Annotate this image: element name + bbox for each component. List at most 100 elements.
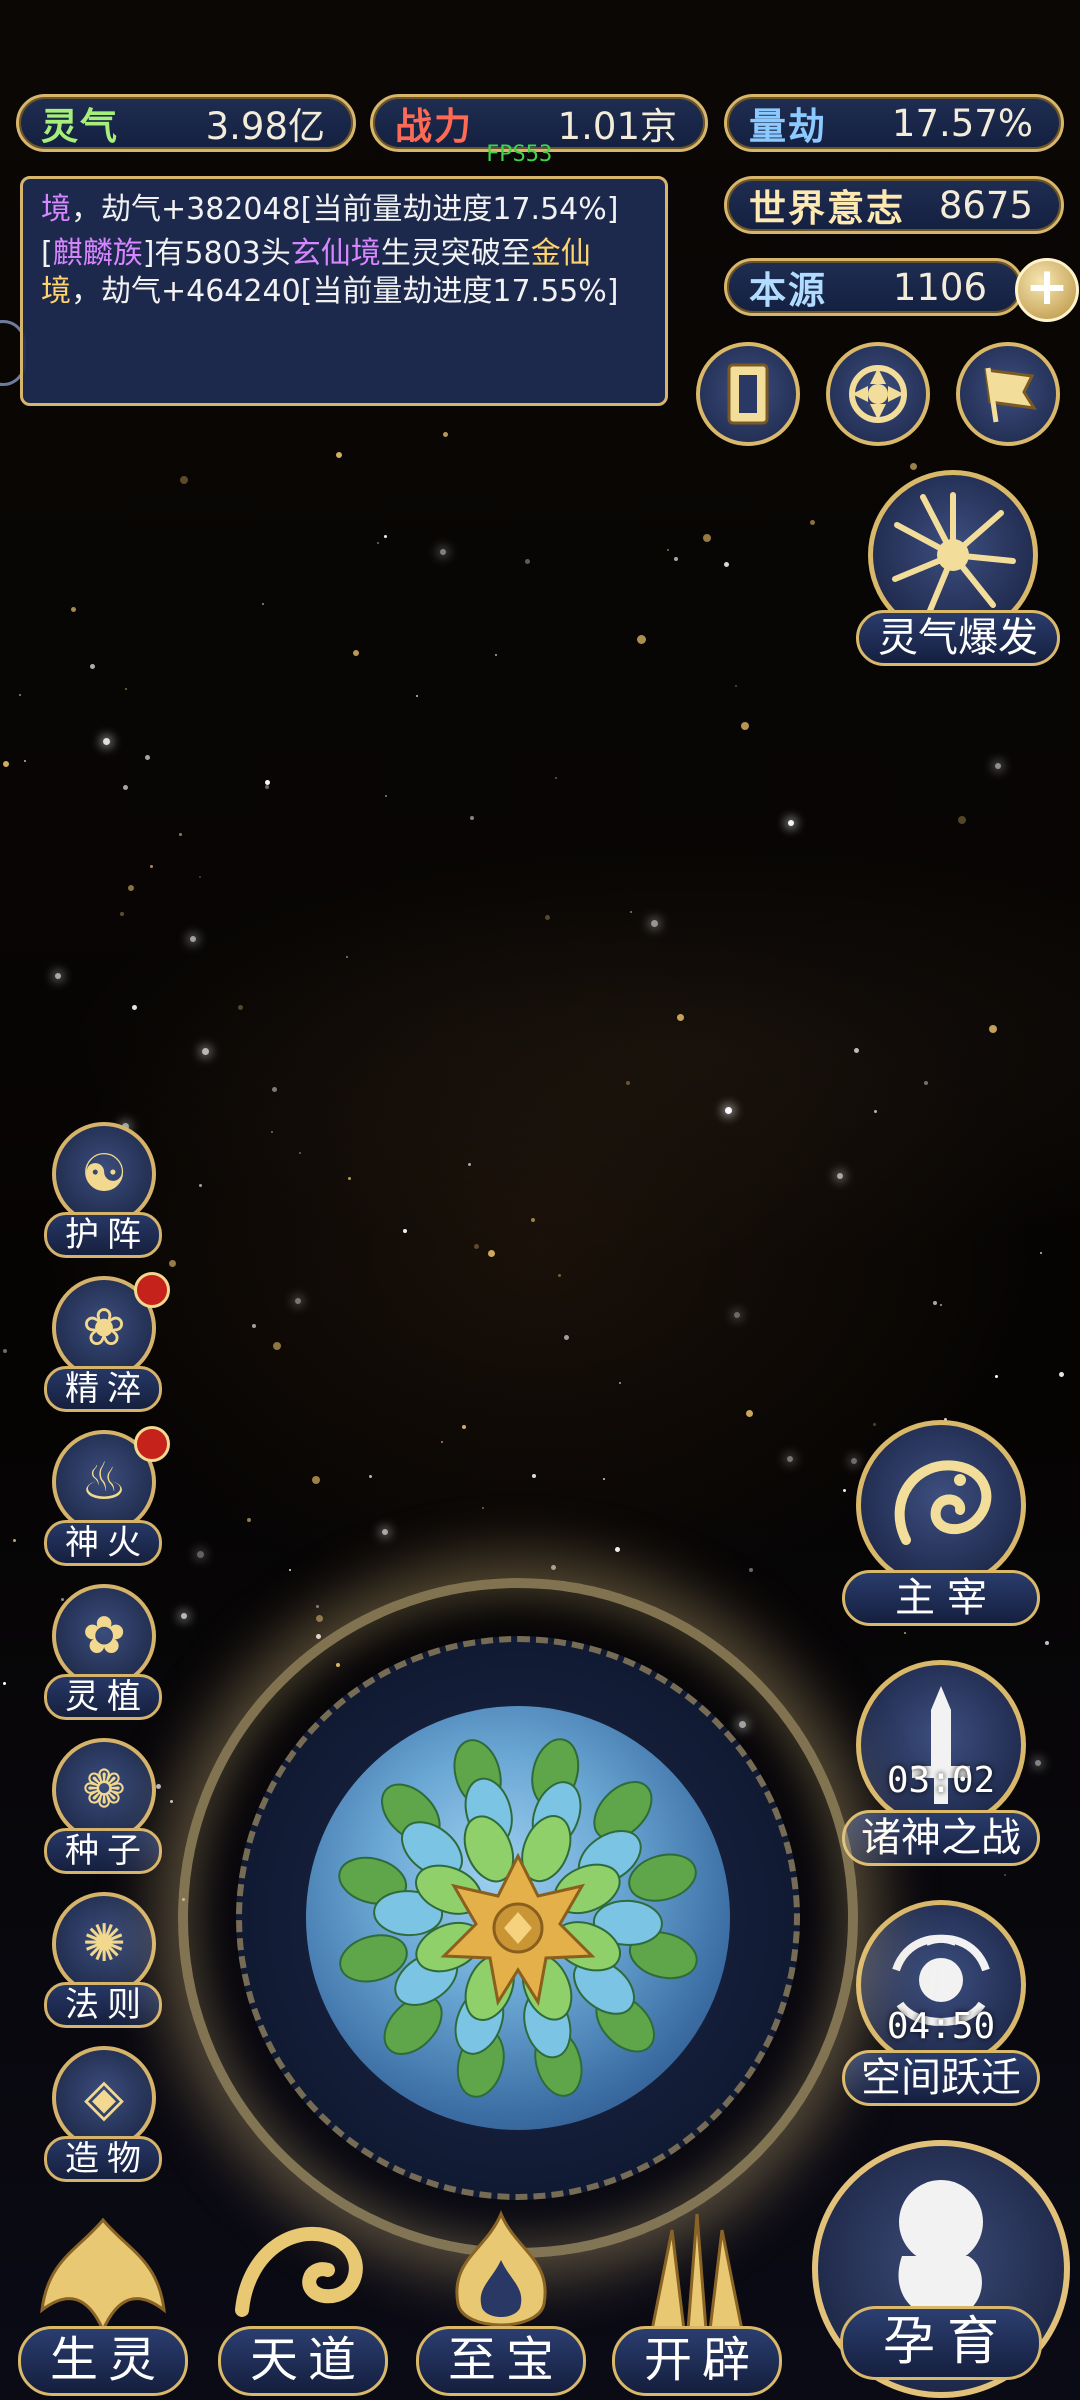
star	[924, 1081, 928, 1085]
left-menu-label: 神火	[44, 1520, 162, 1566]
zhibao-button[interactable]: 至宝	[416, 2200, 586, 2400]
star	[353, 650, 359, 656]
benyuan-stat: 本源 1106	[724, 258, 1024, 316]
star	[1045, 1641, 1049, 1645]
star	[312, 1476, 320, 1484]
star	[441, 1441, 443, 1443]
star	[377, 542, 379, 544]
star	[677, 1014, 684, 1021]
left-menu-icon: ☯	[52, 1122, 156, 1226]
star	[482, 1507, 484, 1509]
star	[336, 452, 342, 458]
star	[532, 1474, 536, 1478]
star	[170, 1800, 173, 1803]
event-log[interactable]: 境，劫气+382048[当前量劫进度17.54%] [麒麟族]有5803头玄仙境…	[20, 176, 668, 406]
yunyu-button[interactable]: 孕育	[812, 2140, 1070, 2398]
star	[346, 956, 348, 958]
shengling-button[interactable]: 生灵	[18, 2200, 188, 2400]
star	[103, 738, 110, 745]
star	[316, 1605, 319, 1608]
left-menu-item[interactable]: ❀ 精淬	[38, 1272, 170, 1416]
fps-counter: FPS53	[486, 142, 553, 167]
zhanli-value: 1.01京	[557, 105, 677, 148]
star	[637, 635, 646, 644]
star	[3, 761, 9, 767]
star	[741, 722, 749, 730]
star	[382, 1529, 388, 1535]
star	[180, 476, 188, 484]
star	[273, 1342, 281, 1350]
liangjie-label: 量劫	[749, 105, 827, 148]
star	[443, 432, 448, 437]
star	[1059, 1372, 1064, 1377]
lotus-icon	[338, 1738, 698, 2098]
star	[385, 795, 387, 797]
star	[843, 1489, 846, 1492]
liangjie-stat[interactable]: 量劫 17.57%	[724, 94, 1064, 152]
benyuan-label: 本源	[749, 269, 827, 312]
star	[558, 1274, 561, 1277]
log-line: 境，劫气+382048[当前量劫进度17.54%]	[41, 192, 619, 227]
notification-badge	[134, 1426, 170, 1462]
star	[316, 1634, 321, 1639]
star	[564, 1335, 569, 1340]
left-menu-icon: ❁	[52, 1738, 156, 1842]
star	[316, 1615, 323, 1622]
tiandao-label: 天道	[218, 2326, 388, 2396]
add-benyuan-button[interactable]: +	[1015, 258, 1079, 322]
star	[403, 1229, 407, 1233]
star	[71, 607, 76, 612]
lingqi-burst-label: 灵气爆发	[856, 610, 1060, 666]
star	[13, 1539, 16, 1542]
star	[123, 785, 128, 790]
star	[90, 664, 95, 669]
left-menu-label: 造物	[44, 2136, 162, 2182]
benyuan-value: 1106	[892, 265, 987, 309]
zhanli-label: 战力	[395, 105, 473, 148]
left-menu-item[interactable]: ☯ 护阵	[38, 1122, 168, 1262]
star	[603, 1478, 605, 1480]
star	[1004, 1874, 1006, 1876]
star	[348, 1177, 351, 1180]
left-menu-item[interactable]: ♨ 神火	[38, 1426, 170, 1570]
sunburst-icon	[892, 492, 1016, 616]
card-button[interactable]	[696, 342, 800, 446]
star	[724, 562, 729, 567]
star	[132, 1005, 137, 1010]
flag-button[interactable]	[956, 342, 1060, 446]
tiandao-button[interactable]: 天道	[218, 2200, 388, 2400]
left-menu-item[interactable]: ◈ 造物	[38, 2046, 168, 2186]
yunyu-label: 孕育	[840, 2306, 1042, 2380]
portal-button[interactable]	[826, 342, 930, 446]
lingqi-value: 3.98亿	[205, 105, 325, 148]
star	[120, 912, 124, 916]
star	[555, 777, 557, 779]
star	[626, 1081, 630, 1085]
star	[525, 559, 530, 564]
world-planet[interactable]	[306, 1706, 730, 2130]
star	[128, 885, 134, 891]
star	[749, 1568, 753, 1572]
star	[3, 1682, 6, 1685]
zhuzai-label: 主宰	[842, 1570, 1040, 1626]
star	[940, 1304, 942, 1306]
star	[125, 688, 127, 690]
space-jump-label: 空间跃迁	[842, 2050, 1040, 2106]
left-menu-item[interactable]: ✺ 法则	[38, 1892, 168, 2032]
star	[262, 603, 264, 605]
left-menu-item[interactable]: ❁ 种子	[38, 1738, 168, 1878]
star	[150, 865, 153, 868]
liangjie-value: 17.57%	[891, 101, 1033, 145]
star	[179, 833, 182, 836]
kaipi-button[interactable]: 开辟	[612, 2200, 782, 2400]
star	[619, 1382, 621, 1384]
shijie-stat[interactable]: 世界意志 8675	[724, 176, 1064, 234]
shijie-label: 世界意志	[749, 187, 905, 230]
star	[615, 1547, 620, 1552]
lingqi-stat: 灵气 3.98亿	[16, 94, 356, 152]
star	[252, 1324, 256, 1328]
left-menu-label: 精淬	[44, 1366, 162, 1412]
left-menu-item[interactable]: ✿ 灵植	[38, 1584, 168, 1724]
star	[725, 1107, 732, 1114]
star	[810, 520, 815, 525]
